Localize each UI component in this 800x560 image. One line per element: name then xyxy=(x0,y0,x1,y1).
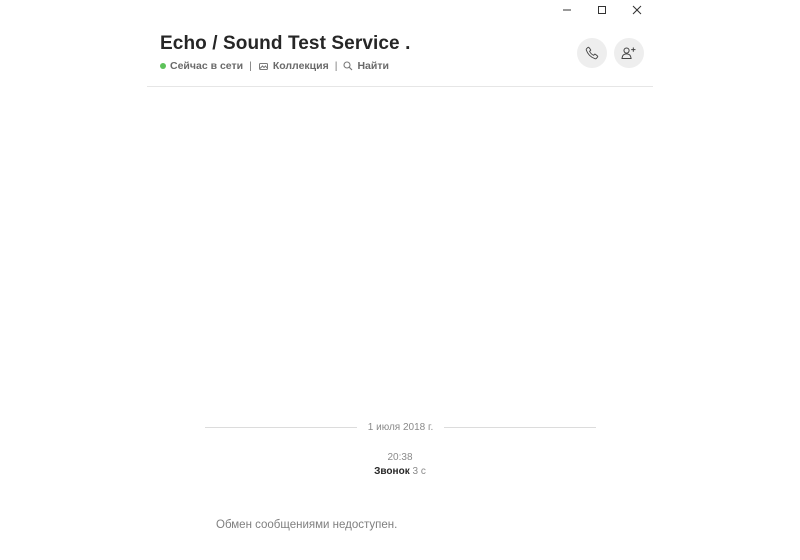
window-controls xyxy=(549,0,654,20)
online-status-dot xyxy=(160,63,166,69)
separator: | xyxy=(249,60,252,72)
window-margin xyxy=(653,0,800,560)
date-label: 1 июля 2018 г. xyxy=(367,421,434,433)
date-divider: 1 июля 2018 г. xyxy=(205,420,596,434)
gallery-icon xyxy=(258,62,269,71)
call-duration: 3 с xyxy=(412,466,426,477)
minimize-button[interactable] xyxy=(549,0,584,20)
contact-title: Echo / Sound Test Service . xyxy=(160,33,411,54)
divider-line xyxy=(444,426,596,428)
messaging-unavailable-notice: Обмен сообщениями недоступен. xyxy=(216,519,398,531)
status-text: Сейчас в сети xyxy=(170,60,244,72)
add-people-button[interactable] xyxy=(614,38,644,68)
call-time: 20:38 xyxy=(387,452,413,463)
gallery-link[interactable]: Коллекция xyxy=(258,60,329,72)
separator: | xyxy=(334,60,338,72)
phone-icon xyxy=(585,46,599,60)
header-subbar: Сейчас в сети | Коллекция | Найти xyxy=(160,59,389,73)
search-icon xyxy=(343,61,353,71)
add-user-icon xyxy=(621,46,637,60)
call-button[interactable] xyxy=(577,38,607,68)
minimize-icon xyxy=(562,5,572,15)
search-link[interactable]: Найти xyxy=(343,60,389,72)
call-event: Звонок 3 с xyxy=(147,466,653,477)
call-label: Звонок xyxy=(374,466,410,477)
maximize-button[interactable] xyxy=(584,0,619,20)
maximize-icon xyxy=(597,5,607,15)
gallery-label: Коллекция xyxy=(272,60,329,72)
conversation-panel: Echo / Sound Test Service . Сейчас в сет… xyxy=(147,0,653,560)
close-button[interactable] xyxy=(619,0,654,20)
search-label: Найти xyxy=(357,60,389,72)
divider-line xyxy=(205,426,357,428)
close-icon xyxy=(632,5,642,15)
